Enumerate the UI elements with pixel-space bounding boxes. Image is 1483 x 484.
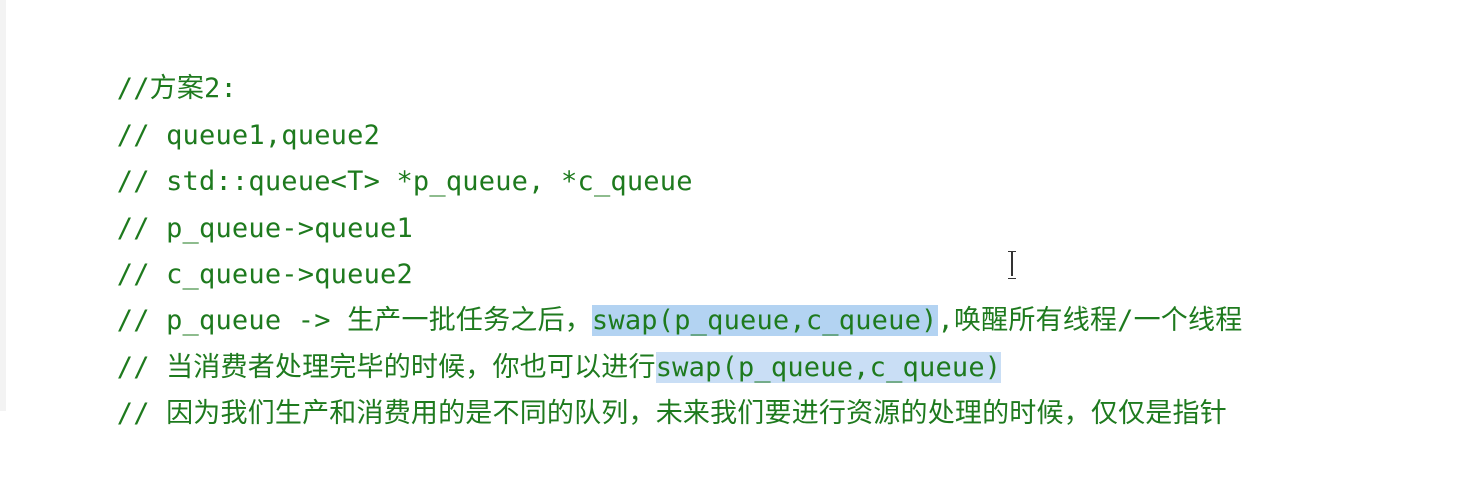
matched-highlight[interactable]: swap(p_queue,c_queue)	[655, 351, 1002, 383]
comment-text: // queue1,queue2	[116, 119, 381, 151]
code-line-2[interactable]: // queue1,queue2	[18, 66, 1483, 151]
editor-gutter	[0, 0, 6, 411]
comment-text: // p_queue -> 生产一批任务之后，	[116, 305, 592, 337]
comment-text: // p_queue->queue1	[116, 212, 413, 244]
comment-text: // 因为我们生产和消费用的是不同的队列，未来我们要进行资源的处理的时候，仅仅是…	[116, 398, 1227, 430]
selected-text[interactable]: swap(p_queue,c_queue)	[591, 305, 938, 337]
comment-text: // 当消费者处理完毕的时候，你也可以进行	[116, 351, 656, 383]
code-area[interactable]: //方案2: // queue1,queue2 // std::queue<T>…	[18, 20, 1483, 429]
code-line-1[interactable]: //方案2:	[18, 20, 1483, 104]
comment-text: // c_queue->queue2	[116, 258, 413, 290]
code-editor[interactable]: //方案2: // queue1,queue2 // std::queue<T>…	[0, 0, 1483, 429]
comment-text: ,唤醒所有线程/一个线程	[937, 305, 1243, 337]
i-beam-cursor-icon	[1007, 250, 1017, 279]
comment-text: // std::queue<T> *p_queue, *c_queue	[116, 166, 693, 198]
comment-text: //方案2:	[116, 73, 237, 105]
